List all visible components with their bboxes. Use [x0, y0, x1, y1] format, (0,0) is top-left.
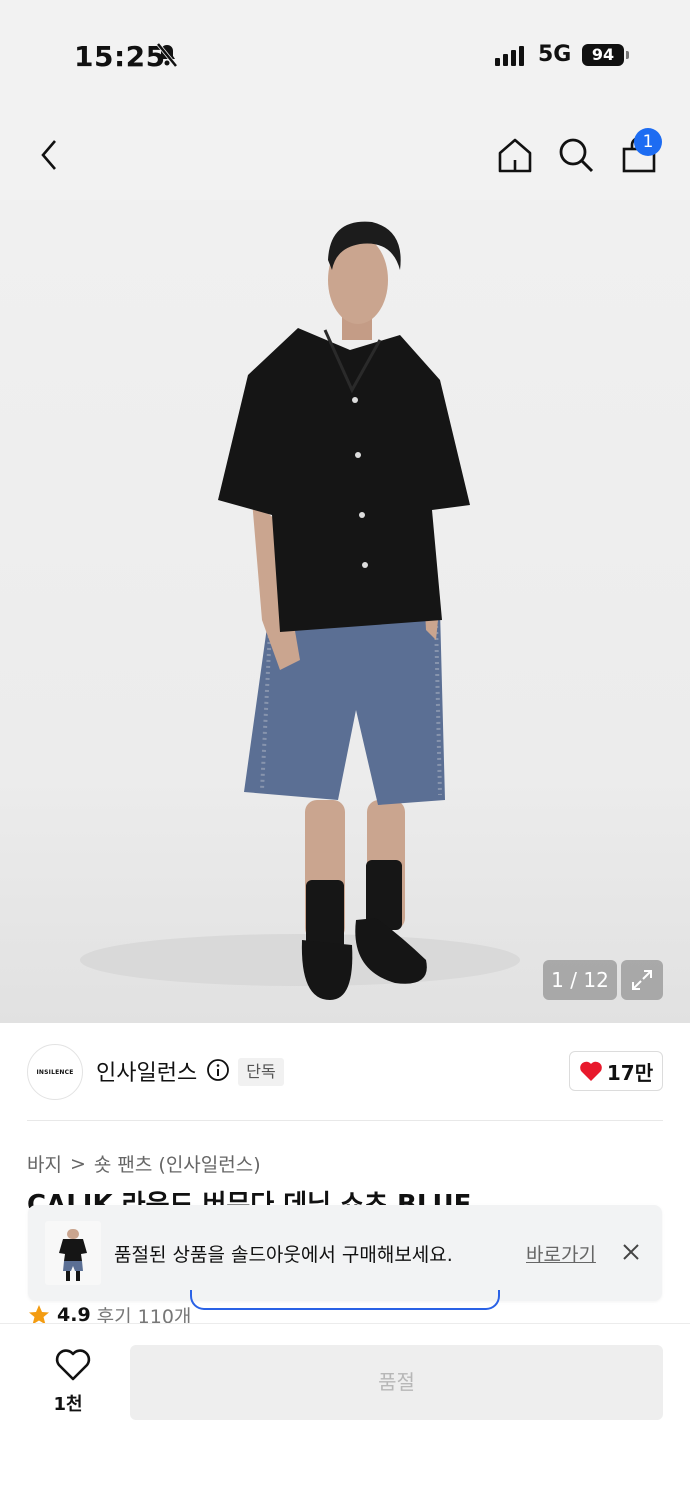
exclusive-badge: 단독 [238, 1058, 284, 1086]
search-icon [559, 138, 594, 173]
heart-filled-icon [580, 1061, 602, 1081]
soldout-toast: 품절된 상품을 솔드아웃에서 구매해보세요. 바로가기 [28, 1205, 662, 1301]
home-icon [498, 138, 532, 173]
search-button[interactable] [551, 130, 601, 180]
toast-go-link[interactable]: 바로가기 [526, 1240, 596, 1267]
brand-name[interactable]: 인사일런스 [96, 1055, 197, 1087]
image-counter: 1 / 12 [543, 960, 617, 1000]
bell-muted-icon [156, 42, 178, 68]
chevron-left-icon [41, 140, 56, 170]
toast-thumbnail [45, 1221, 101, 1285]
top-navigation [0, 110, 690, 200]
cart-count-badge: 1 [634, 128, 662, 156]
expand-icon [632, 970, 652, 990]
toast-message: 품절된 상품을 솔드아웃에서 구매해보세요. [114, 1244, 453, 1266]
product-image[interactable] [0, 200, 690, 1023]
network-type: 5G [538, 42, 572, 67]
hidden-button-outline [190, 1290, 500, 1310]
brand-like-button[interactable]: 17만 [569, 1051, 663, 1091]
heart-outline-icon [55, 1349, 91, 1381]
battery-cap [626, 51, 629, 59]
battery-icon: 94 [582, 44, 624, 66]
breadcrumb-category[interactable]: 바지 [27, 1150, 62, 1177]
status-time: 15:25 [74, 40, 166, 73]
brand-logo[interactable]: INSILENCE [27, 1044, 83, 1100]
divider [27, 1120, 663, 1121]
signal-icon [495, 44, 524, 66]
home-button[interactable] [490, 130, 540, 180]
status-bar: 15:25 5G 94 [0, 0, 690, 110]
wishlist-button[interactable]: 1천 [40, 1348, 96, 1418]
breadcrumb: 바지 > 숏 팬츠 (인사일런스) [27, 1150, 261, 1177]
back-button[interactable] [24, 130, 74, 180]
brand-like-count: 17만 [606, 1060, 654, 1085]
fullscreen-button[interactable] [621, 960, 663, 1000]
model-photo [80, 221, 520, 1000]
info-icon[interactable] [206, 1058, 230, 1082]
breadcrumb-separator: > [69, 1152, 86, 1175]
wishlist-count: 1천 [53, 1394, 83, 1415]
breadcrumb-subcategory[interactable]: 숏 팬츠 (인사일런스) [94, 1150, 261, 1177]
soldout-button: 품절 [130, 1345, 663, 1420]
close-icon[interactable] [620, 1241, 642, 1263]
